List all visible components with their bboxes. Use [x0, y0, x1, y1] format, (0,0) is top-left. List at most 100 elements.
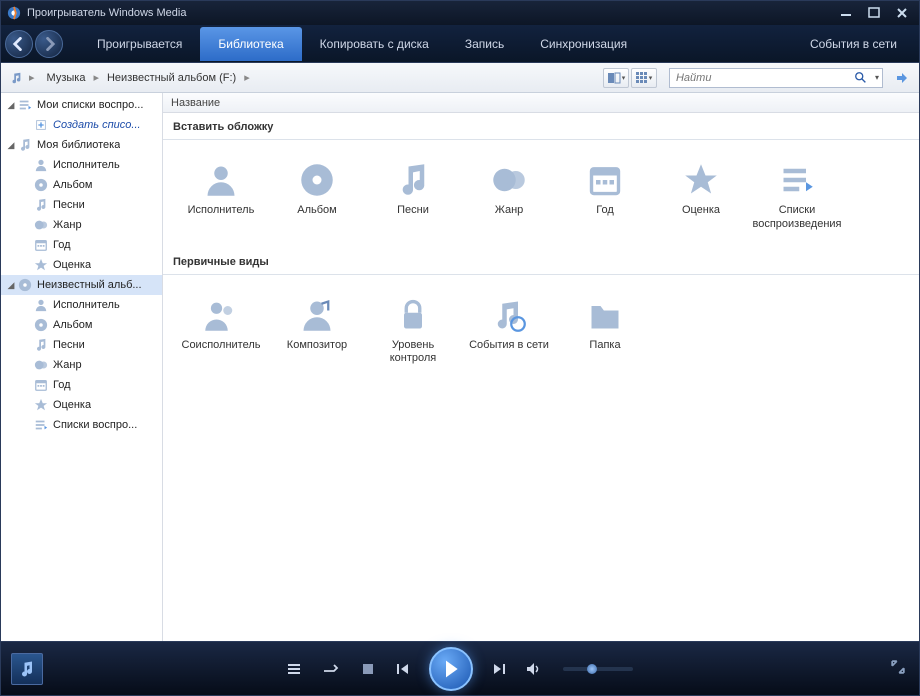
sidebar-item[interactable]: Жанр — [1, 355, 162, 375]
sidebar-item[interactable]: Исполнитель — [1, 295, 162, 315]
library-item[interactable]: Уровень контроля — [365, 291, 461, 371]
tree-item-label: Песни — [53, 199, 85, 211]
artist-icon — [33, 297, 49, 313]
view-icons-button[interactable]: ▾ — [631, 68, 657, 88]
playlist-button[interactable] — [285, 658, 307, 680]
tree-item-label: Исполнитель — [53, 299, 120, 311]
rating-icon — [681, 160, 721, 200]
chevron-right-icon: ▸ — [27, 71, 37, 84]
library-item[interactable]: Соисполнитель — [173, 291, 269, 371]
genre-icon — [33, 357, 49, 373]
tree-item-label: Оценка — [53, 399, 91, 411]
library-item[interactable]: Оценка — [653, 156, 749, 236]
tree-item-label: Создать списо... — [53, 119, 141, 131]
library-item-label: События в сети — [469, 339, 549, 353]
library-item[interactable]: Папка — [557, 291, 653, 371]
sidebar-item[interactable]: Песни — [1, 195, 162, 215]
column-header-name[interactable]: Название — [163, 93, 919, 113]
sidebar-item[interactable]: Год — [1, 235, 162, 255]
year-icon — [33, 237, 49, 253]
compact-mode-button[interactable] — [891, 660, 909, 678]
nav-arrows — [5, 30, 63, 58]
sidebar-item[interactable]: Оценка — [1, 255, 162, 275]
search-input[interactable] — [670, 72, 850, 84]
library-item[interactable]: Год — [557, 156, 653, 236]
sidebar-item[interactable]: Жанр — [1, 215, 162, 235]
sidebar-item[interactable]: Списки воспро... — [1, 415, 162, 435]
tree-expand-icon[interactable]: ◢ — [5, 140, 17, 151]
sidebar-item[interactable]: Альбом — [1, 175, 162, 195]
help-button[interactable] — [893, 69, 911, 87]
library-item-label: Композитор — [287, 339, 347, 353]
composer-icon — [297, 295, 337, 335]
library-item[interactable]: Песни — [365, 156, 461, 236]
library-item[interactable]: Жанр — [461, 156, 557, 236]
back-button[interactable] — [5, 30, 33, 58]
tree-item-label: Исполнитель — [53, 159, 120, 171]
icon-grid: Соисполнитель Композитор Уровень контроля С… — [163, 287, 919, 383]
stop-button[interactable] — [357, 658, 379, 680]
tab-запись[interactable]: Запись — [447, 27, 522, 61]
forward-button[interactable] — [35, 30, 63, 58]
sidebar-item[interactable]: ◢ Мои списки воспро... — [1, 95, 162, 115]
sidebar-item[interactable]: Год — [1, 375, 162, 395]
library-item-label: Папка — [589, 339, 620, 353]
sidebar-item[interactable]: Оценка — [1, 395, 162, 415]
tree-item-label: Жанр — [53, 219, 82, 231]
tab-online-events[interactable]: События в сети — [792, 27, 915, 61]
sidebar-item[interactable]: ◢ Моя библиотека — [1, 135, 162, 155]
tree-item-label: Моя библиотека — [37, 139, 120, 151]
search-button[interactable] — [850, 69, 872, 87]
library-item[interactable]: Композитор — [269, 291, 365, 371]
chevron-right-icon: ▸ — [242, 71, 252, 84]
breadcrumb: Музыка▸Неизвестный альбом (F:)▸ — [41, 70, 252, 86]
tree-item-label: Мои списки воспро... — [37, 99, 143, 111]
tab-библиотека[interactable]: Библиотека — [200, 27, 301, 61]
tree-item-label: Альбом — [53, 179, 92, 191]
songs-icon — [33, 197, 49, 213]
mute-button[interactable] — [523, 658, 545, 680]
breadcrumb-item[interactable]: Неизвестный альбом (F:) — [101, 70, 242, 86]
shuffle-button[interactable] — [321, 658, 343, 680]
songs-icon — [393, 160, 433, 200]
library-item-label: Исполнитель — [188, 204, 255, 218]
now-playing-thumb[interactable] — [11, 653, 43, 685]
genre-icon — [33, 217, 49, 233]
view-layout-button[interactable]: ▾ — [603, 68, 629, 88]
maximize-button[interactable] — [863, 5, 885, 21]
library-item[interactable]: Исполнитель — [173, 156, 269, 236]
playlist-icon — [33, 417, 49, 433]
tree-expand-icon[interactable]: ◢ — [5, 100, 17, 111]
play-button[interactable] — [429, 647, 473, 691]
minimize-button[interactable] — [835, 5, 857, 21]
coartist-icon — [201, 295, 241, 335]
library-item[interactable]: События в сети — [461, 291, 557, 371]
next-button[interactable] — [487, 658, 509, 680]
library-item[interactable]: Списки воспроизведения — [749, 156, 845, 236]
sidebar-item[interactable]: Создать списо... — [1, 115, 162, 135]
volume-slider[interactable] — [563, 667, 633, 671]
window-controls — [835, 5, 913, 21]
library-item[interactable]: Альбом — [269, 156, 365, 236]
app-window: Проигрыватель Windows Media Проигрываетс… — [0, 0, 920, 696]
rating-icon — [33, 397, 49, 413]
playlist-icon — [777, 160, 817, 200]
breadcrumb-item[interactable]: Музыка — [41, 70, 92, 86]
previous-button[interactable] — [393, 658, 415, 680]
sidebar-item[interactable]: ◢ Неизвестный альб... — [1, 275, 162, 295]
close-button[interactable] — [891, 5, 913, 21]
folder-icon — [585, 295, 625, 335]
tree-expand-icon[interactable]: ◢ — [5, 280, 17, 291]
tree-item-label: Песни — [53, 339, 85, 351]
rating-icon — [33, 257, 49, 273]
tab-проигрывается[interactable]: Проигрывается — [79, 27, 200, 61]
library-item-label: Песни — [397, 204, 429, 218]
library-item-label: Оценка — [682, 204, 720, 218]
sidebar-item[interactable]: Песни — [1, 335, 162, 355]
sidebar-item[interactable]: Исполнитель — [1, 155, 162, 175]
sidebar-item[interactable]: Альбом — [1, 315, 162, 335]
tab-синхронизация[interactable]: Синхронизация — [522, 27, 645, 61]
tab-копировать-с-диска[interactable]: Копировать с диска — [302, 27, 447, 61]
tree-item-label: Неизвестный альб... — [37, 279, 142, 291]
tree-item-label: Год — [53, 379, 71, 391]
